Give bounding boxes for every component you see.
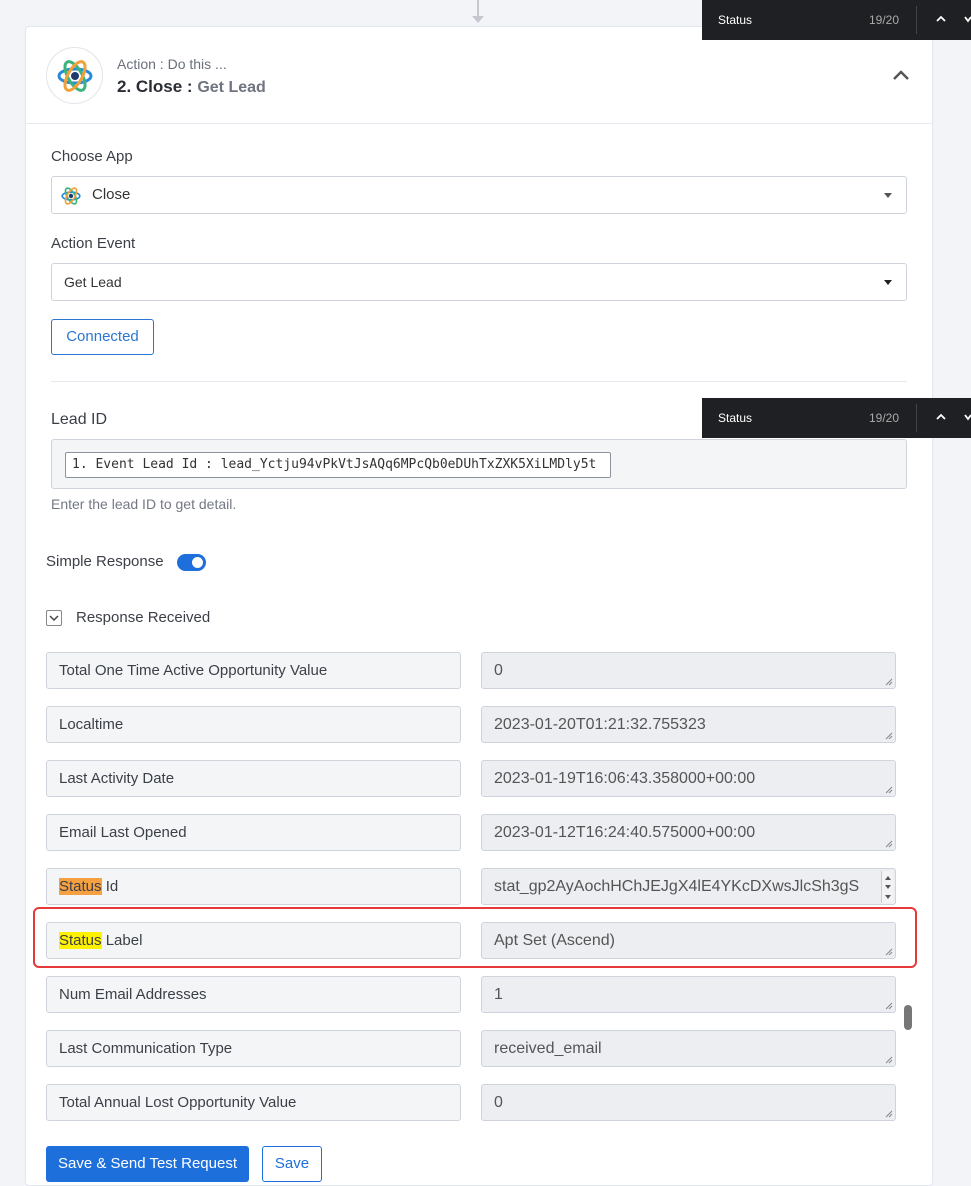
save-send-test-button[interactable]: Save & Send Test Request [46,1146,249,1182]
chevron-down-icon [49,615,59,622]
lead-id-label: Lead ID [51,411,108,428]
action-event-select[interactable]: Get Lead [51,263,907,301]
resize-grip-icon[interactable] [885,1110,893,1118]
find-separator [916,6,917,34]
resize-grip-icon[interactable] [885,732,893,740]
resize-grip-icon[interactable] [885,678,893,686]
choose-app-label: Choose App [51,148,133,165]
search-highlight-current: Status [59,878,102,895]
resize-grip-icon[interactable] [885,1056,893,1064]
action-event-value: Get Lead [64,274,122,290]
response-value[interactable]: 2023-01-20T01:21:32.755323 [481,706,896,743]
step-subtitle: Action : Do this ... [117,56,227,72]
caret-down-icon [884,193,892,198]
chevron-down-icon[interactable] [964,14,971,24]
simple-response-label: Simple Response [46,553,164,570]
action-step-card: Action : Do this ... 2. Close : Get Lead… [25,26,933,1186]
lead-id-help: Enter the lead ID to get detail. [51,496,237,512]
response-value[interactable]: 0 [481,1084,896,1121]
action-event-label: Action Event [51,235,136,252]
response-value[interactable]: stat_gp2AyAochHChJEJgX4lE4YKcDXwsJlcSh3g… [481,868,896,905]
resize-grip-icon[interactable] [885,786,893,794]
response-scrollbar-track[interactable] [903,637,913,1137]
simple-response-toggle[interactable] [177,554,206,571]
response-value-text: 2023-01-20T01:21:32.755323 [494,716,706,733]
textarea-scroll-spinner[interactable] [881,871,893,903]
response-key: Num Email Addresses [46,976,461,1013]
response-value-text: 0 [494,662,503,679]
find-separator [916,404,917,432]
response-key: Last Communication Type [46,1030,461,1067]
step-title: 2. Close : Get Lead [117,77,266,97]
connected-button[interactable]: Connected [51,319,154,355]
response-value[interactable]: 2023-01-19T16:06:43.358000+00:00 [481,760,896,797]
chevron-up-icon[interactable] [935,14,947,24]
step-title-app: 2. Close : [117,77,193,96]
spinner-arrows-icon [885,876,891,899]
find-bar: Status 19/20 [702,0,971,40]
response-value[interactable]: received_email [481,1030,896,1067]
toggle-knob [192,557,203,568]
response-value-text: received_email [494,1040,602,1057]
find-query[interactable]: Status [718,411,752,425]
chevron-down-icon[interactable] [964,412,971,422]
find-count: 19/20 [869,13,900,27]
resize-grip-icon[interactable] [885,840,893,848]
response-key: Total Annual Lost Opportunity Value [46,1084,461,1121]
response-key: Total One Time Active Opportunity Value [46,652,461,689]
step-header[interactable]: Action : Do this ... 2. Close : Get Lead [26,27,932,124]
find-query[interactable]: Status [718,13,752,27]
response-received-toggle[interactable] [46,610,62,626]
response-value-text: stat_gp2AyAochHChJEJgX4lE4YKcDXwsJlcSh3g… [494,878,860,895]
response-key: Localtime [46,706,461,743]
lead-id-input[interactable]: 1. Event Lead Id : lead_Yctju94vPkVtJsAQ… [51,439,907,489]
response-value[interactable]: 2023-01-12T16:24:40.575000+00:00 [481,814,896,851]
response-value-text: 2023-01-12T16:24:40.575000+00:00 [494,824,756,841]
close-app-logo [46,47,103,104]
save-button[interactable]: Save [262,1146,322,1182]
response-key: Last Activity Date [46,760,461,797]
close-logo-icon [57,59,92,92]
chevron-up-icon[interactable] [935,412,947,422]
response-value-text: 2023-01-19T16:06:43.358000+00:00 [494,770,756,787]
response-key: Email Last Opened [46,814,461,851]
choose-app-select[interactable]: Close [51,176,907,214]
response-value-text: 1 [494,986,503,1003]
response-received-label: Response Received [76,609,211,626]
response-scrollbar-thumb[interactable] [904,1005,912,1030]
lead-id-mapped-token[interactable]: 1. Event Lead Id : lead_Yctju94vPkVtJsAQ… [65,452,611,478]
response-key-rest: Id [101,878,119,895]
choose-app-value: Close [92,186,131,203]
resize-grip-icon[interactable] [885,1002,893,1010]
response-key: Status Id [46,868,461,905]
chevron-up-icon[interactable] [891,67,911,83]
annotation-highlight-box [33,907,917,968]
find-bar: Status 19/20 [702,398,971,438]
flow-connector-arrow [472,16,484,23]
section-divider [51,381,907,382]
caret-down-icon [884,280,892,285]
find-count: 19/20 [869,411,900,425]
step-title-event: Get Lead [197,79,266,96]
close-logo-icon [61,187,81,205]
response-value[interactable]: 1 [481,976,896,1013]
response-value-text: 0 [494,1094,503,1111]
response-value[interactable]: 0 [481,652,896,689]
